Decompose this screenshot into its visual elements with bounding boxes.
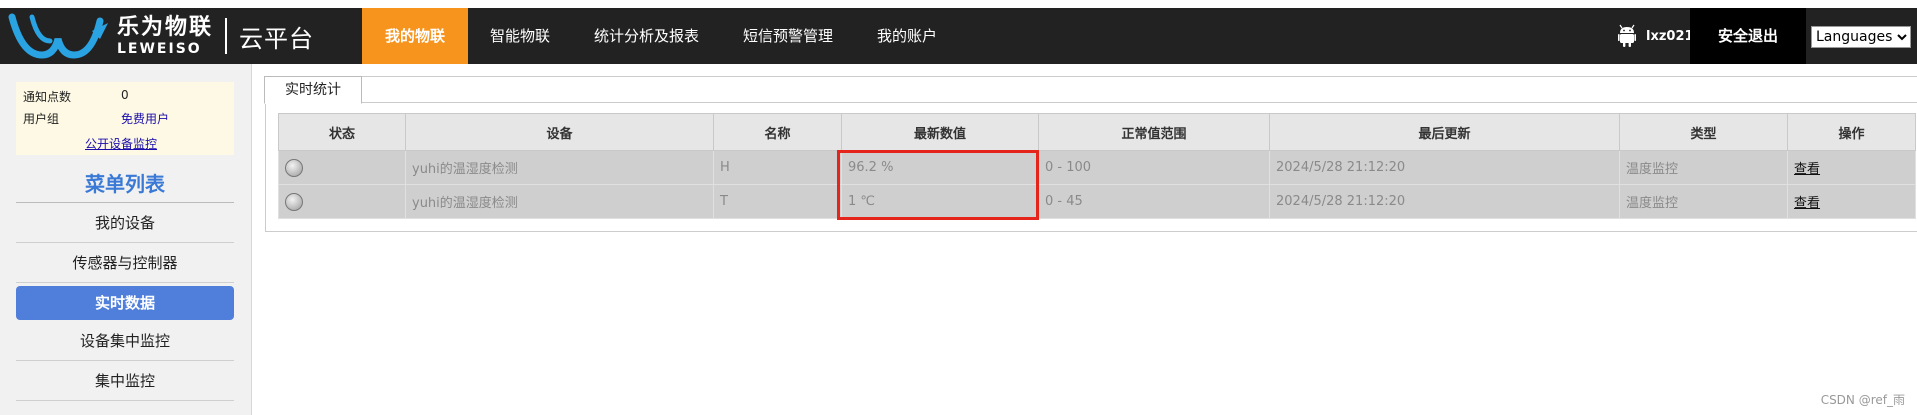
status-cell xyxy=(278,150,406,185)
normal-range-cell: 0 - 45 xyxy=(1038,184,1270,219)
nav-my-iot[interactable]: 我的物联 xyxy=(362,8,468,64)
device-cell: yuhi的温湿度检测 xyxy=(405,150,714,185)
table-row: yuhi的温湿度检测 T 1 ℃ 0 - 45 2024/5/28 21:12:… xyxy=(278,184,1916,219)
sidebar: 通知点数 0 用户组 免费用户 公开设备监控 菜单列表 我的设备 传感器与控制器… xyxy=(0,64,252,415)
brand-text: 乐为物联 LEWEISO xyxy=(117,15,213,57)
top-strip xyxy=(0,0,1917,8)
tab-realtime-stats[interactable]: 实时统计 xyxy=(264,76,362,104)
col-header-last-updated: 最后更新 xyxy=(1269,113,1620,151)
leweiso-logo-icon xyxy=(8,13,108,59)
action-cell: 查看 xyxy=(1787,184,1916,219)
brand-logo[interactable]: 乐为物联 LEWEISO 云平台 xyxy=(8,8,314,64)
col-header-name: 名称 xyxy=(713,113,842,151)
table-row: yuhi的温湿度检测 H 96.2 % 0 - 100 2024/5/28 21… xyxy=(278,150,1916,185)
name-cell: T xyxy=(713,184,842,219)
main-nav: 我的物联 智能物联 统计分析及报表 短信预警管理 我的账户 xyxy=(362,8,959,64)
last-updated-cell: 2024/5/28 21:12:20 xyxy=(1269,150,1620,185)
watermark: CSDN @ref_雨 xyxy=(1820,393,1905,407)
sidebar-item-device-central-monitor[interactable]: 设备集中监控 xyxy=(16,322,234,361)
device-cell: yuhi的温湿度检测 xyxy=(405,184,714,219)
col-header-status: 状态 xyxy=(278,113,406,151)
language-select[interactable]: Languages xyxy=(1811,26,1911,48)
type-cell: 温度监控 xyxy=(1619,150,1788,185)
logout-button[interactable]: 安全退出 xyxy=(1690,8,1806,64)
name-cell: H xyxy=(713,150,842,185)
sidebar-item-my-devices[interactable]: 我的设备 xyxy=(16,204,234,243)
sidebar-item-sensors-controllers[interactable]: 传感器与控制器 xyxy=(16,244,234,283)
nav-sms-alert[interactable]: 短信预警管理 xyxy=(721,8,855,64)
last-updated-cell: 2024/5/28 21:12:20 xyxy=(1269,184,1620,219)
brand-name-cn: 乐为物联 xyxy=(117,15,214,40)
annotation-highlight-box xyxy=(837,150,1039,220)
header-bar: 乐为物联 LEWEISO 云平台 我的物联 智能物联 统计分析及报表 短信预警管… xyxy=(0,8,1917,64)
product-name: 云平台 xyxy=(239,24,315,53)
account-info-box: 通知点数 0 用户组 免费用户 公开设备监控 xyxy=(16,82,234,155)
nav-smart-iot[interactable]: 智能物联 xyxy=(468,8,572,64)
col-header-type: 类型 xyxy=(1619,113,1788,151)
user-group-label: 用户组 xyxy=(23,112,60,126)
brand-name-en: LEWEISO xyxy=(117,41,202,57)
notify-count-value: 0 xyxy=(121,88,129,102)
col-header-normal-range: 正常值范围 xyxy=(1038,113,1270,151)
col-header-device: 设备 xyxy=(405,113,714,151)
sidebar-item-realtime-data[interactable]: 实时数据 xyxy=(16,286,234,320)
public-device-monitor-link[interactable]: 公开设备监控 xyxy=(85,135,157,152)
type-cell: 温度监控 xyxy=(1619,184,1788,219)
tab-divider xyxy=(265,102,1917,103)
menu-title: 菜单列表 xyxy=(16,166,234,203)
status-cell xyxy=(278,184,406,219)
notify-count-label: 通知点数 xyxy=(23,90,72,104)
table-header-row: 状态 设备 名称 最新数值 正常值范围 最后更新 类型 操作 xyxy=(278,113,1916,151)
normal-range-cell: 0 - 100 xyxy=(1038,150,1270,185)
status-indicator-icon xyxy=(285,192,303,211)
username: lxz021 xyxy=(1646,28,1694,44)
col-header-action: 操作 xyxy=(1787,113,1916,151)
realtime-data-table: 状态 设备 名称 最新数值 正常值范围 最后更新 类型 操作 yuhi的温湿度检… xyxy=(278,113,1916,219)
sidebar-item-central-monitor[interactable]: 集中监控 xyxy=(16,362,234,401)
nav-statistics[interactable]: 统计分析及报表 xyxy=(572,8,721,64)
view-link[interactable]: 查看 xyxy=(1794,196,1820,211)
logo-divider xyxy=(225,18,228,54)
user-group-value[interactable]: 免费用户 xyxy=(121,110,169,127)
col-header-latest-value: 最新数值 xyxy=(841,113,1039,151)
user-area: lxz021 xyxy=(1618,8,1694,64)
nav-my-account[interactable]: 我的账户 xyxy=(855,8,959,64)
view-link[interactable]: 查看 xyxy=(1794,162,1820,177)
android-icon xyxy=(1618,24,1636,47)
status-indicator-icon xyxy=(285,158,303,177)
action-cell: 查看 xyxy=(1787,150,1916,185)
